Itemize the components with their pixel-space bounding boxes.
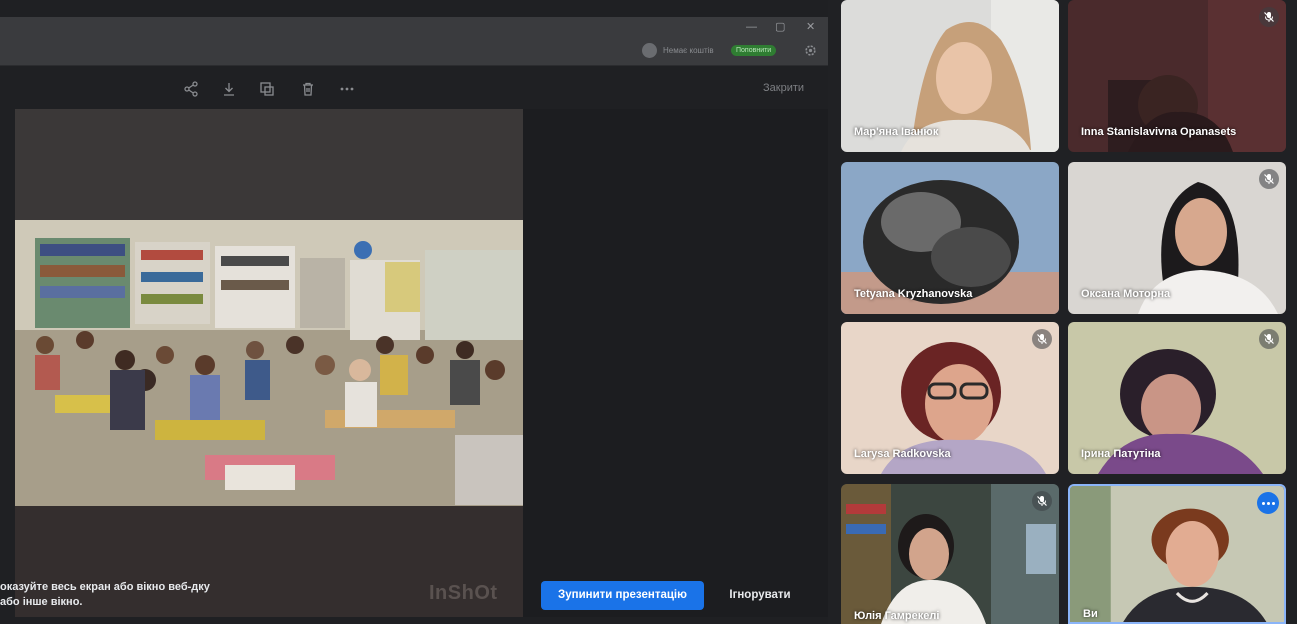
shared-screen-empty-area	[523, 109, 828, 617]
muted-indicator	[1259, 329, 1279, 349]
participant-name: Юлія Гамрекелі	[854, 610, 940, 622]
shared-screen: — ▢ ✕ Немає коштів Поповнити Закрити InS…	[0, 0, 828, 624]
participant-tile[interactable]: Inna Stanislavivna Opanasets	[1068, 0, 1286, 152]
classroom-photo: InShOt	[15, 109, 523, 617]
participant-tile[interactable]: Larysa Radkovska	[841, 322, 1059, 474]
gear-icon	[805, 45, 816, 56]
mic-off-icon	[1037, 334, 1047, 344]
participant-name: Inna Stanislavivna Opanasets	[1081, 126, 1237, 138]
wallet-status: Немає коштів	[663, 46, 714, 55]
inshot-watermark: InShOt	[429, 582, 498, 604]
participant-tile-self[interactable]: Ви	[1068, 484, 1286, 624]
participant-tile[interactable]: Tetyana Kryzhanovska	[841, 162, 1059, 314]
close-icon: ✕	[806, 21, 816, 33]
more-options-button[interactable]	[1257, 492, 1279, 514]
photo-top-band	[15, 109, 523, 220]
wallet-icon	[642, 43, 657, 58]
mic-off-icon	[1264, 174, 1274, 184]
close-viewer-link: Закрити	[763, 82, 805, 94]
share-icon	[184, 81, 198, 97]
maximize-icon: ▢	[775, 21, 786, 33]
mic-off-icon	[1264, 334, 1274, 344]
participant-name: Tetyana Kryzhanovska	[854, 288, 973, 300]
mic-off-icon	[1037, 496, 1047, 506]
mic-off-icon	[1264, 12, 1274, 22]
stop-presentation-button[interactable]: Зупинити презентацію	[541, 581, 704, 610]
download-icon	[224, 83, 234, 96]
meet-stage: — ▢ ✕ Немає коштів Поповнити Закрити InS…	[0, 0, 1297, 624]
minimize-icon: —	[746, 21, 757, 33]
rotate-icon	[260, 82, 274, 96]
classroom-image	[15, 220, 523, 506]
participant-name: Larysa Radkovska	[854, 448, 951, 460]
participant-name: Ірина Патутіна	[1081, 448, 1161, 460]
participant-tile[interactable]: Юлія Гамрекелі	[841, 484, 1059, 624]
muted-indicator	[1259, 7, 1279, 27]
more-icon	[340, 87, 354, 91]
participant-video	[841, 484, 1059, 624]
muted-indicator	[1032, 329, 1052, 349]
participant-name: Оксана Моторна	[1081, 288, 1171, 300]
shared-window-titlebar: — ▢ ✕ Немає коштів Поповнити	[0, 17, 828, 66]
muted-indicator	[1032, 491, 1052, 511]
participant-tile[interactable]: Оксана Моторна	[1068, 162, 1286, 314]
participant-tile[interactable]: Мар'яна Іванюк	[841, 0, 1059, 152]
participant-name: Мар'яна Іванюк	[854, 126, 939, 138]
participant-video	[1070, 486, 1284, 622]
participant-tile[interactable]: Ірина Патутіна	[1068, 322, 1286, 474]
muted-indicator	[1259, 169, 1279, 189]
refill-button: Поповнити	[731, 45, 777, 56]
share-notice-text: оказуйте весь екран або вікно веб-дку аб…	[0, 581, 210, 608]
participant-name: Ви	[1083, 608, 1098, 620]
ignore-button[interactable]: Ігнорувати	[718, 581, 802, 610]
image-viewer-toolbar	[0, 67, 828, 109]
trash-icon	[303, 82, 313, 96]
